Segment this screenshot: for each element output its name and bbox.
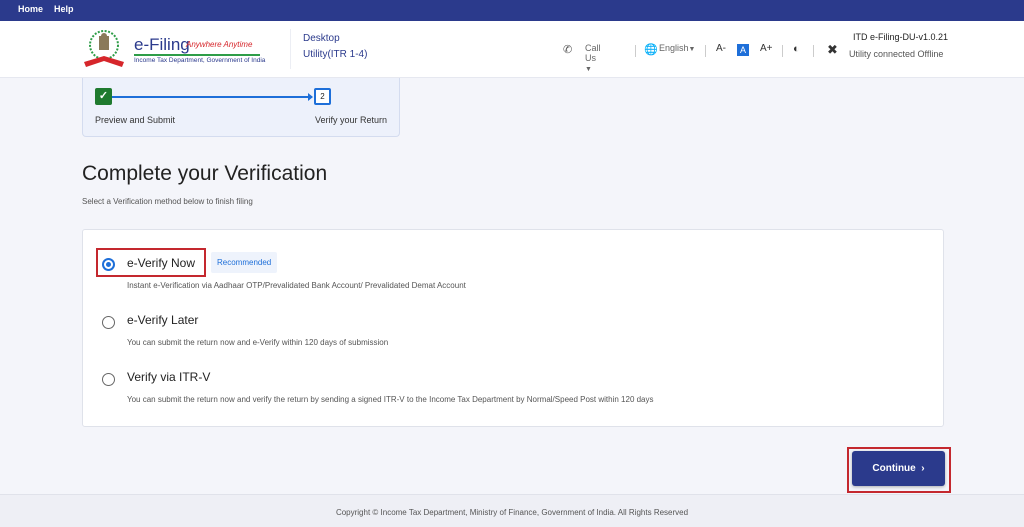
- progress-stepper: ✓ 2 Preview and Submit Verify your Retur…: [82, 78, 400, 137]
- radio-verify-itrv[interactable]: [102, 373, 115, 386]
- option-title: e-Verify Now: [127, 256, 196, 270]
- connection-status: Utility connected Offline: [849, 49, 944, 59]
- logo-title: e-Filing: [134, 35, 190, 54]
- step-current-number: 2: [314, 88, 331, 105]
- language-label: English: [659, 43, 689, 53]
- step-arrow-icon: [308, 93, 313, 101]
- nav-help-link[interactable]: Help: [54, 4, 74, 14]
- step-connector: [112, 96, 312, 98]
- nav-home-link[interactable]: Home: [18, 4, 43, 14]
- option-title: Verify via ITR-V: [127, 370, 211, 384]
- call-us-label: Call Us: [585, 43, 601, 63]
- font-normal-button[interactable]: A: [737, 44, 749, 56]
- continue-label: Continue: [872, 463, 916, 474]
- app-name: Desktop Utility(ITR 1-4): [303, 31, 367, 63]
- radio-everify-now[interactable]: [102, 258, 115, 271]
- option-title: e-Verify Later: [127, 313, 199, 327]
- phone-icon: ✆: [563, 44, 573, 56]
- version-label: ITD e-Filing-DU-v1.0.21: [853, 32, 949, 42]
- recommended-badge: Recommended: [211, 252, 278, 273]
- footer: Copyright © Income Tax Department, Minis…: [0, 494, 1024, 527]
- logo-tagline: Anywhere Anytime: [186, 40, 253, 49]
- logo-divider: [134, 54, 260, 56]
- tool-divider: [782, 45, 783, 57]
- emblem-icon: [84, 30, 124, 67]
- radio-everify-later[interactable]: [102, 316, 115, 329]
- option-description: You can submit the return now and verify…: [127, 395, 654, 404]
- step-label-preview: Preview and Submit: [95, 115, 176, 125]
- font-decrease-button[interactable]: A-: [716, 43, 726, 54]
- call-us-dropdown[interactable]: Call Us ▼: [585, 43, 601, 73]
- app-name-line2: Utility(ITR 1-4): [303, 49, 368, 60]
- chevron-right-icon: ›: [918, 463, 925, 474]
- efiling-logo[interactable]: e-Filing Anywhere Anytime Income Tax Dep…: [82, 28, 266, 70]
- tool-divider: [705, 45, 706, 57]
- header-divider: [290, 29, 291, 69]
- option-description: You can submit the return now and e-Veri…: [127, 338, 389, 347]
- contrast-toggle-icon[interactable]: ◐: [793, 43, 800, 55]
- tool-divider: [813, 45, 814, 57]
- offline-connection-icon: ✖: [827, 42, 838, 57]
- top-nav-bar: Home Help: [0, 0, 1024, 21]
- font-increase-button[interactable]: A+: [760, 43, 773, 54]
- page-title: Complete your Verification: [82, 162, 328, 185]
- continue-button[interactable]: Continue ›: [852, 451, 945, 486]
- copyright-text: Copyright © Income Tax Department, Minis…: [335, 508, 689, 517]
- logo-subtitle: Income Tax Department, Government of Ind…: [134, 57, 266, 64]
- step-completed-check-icon: ✓: [95, 88, 112, 105]
- app-name-line1: Desktop: [303, 33, 340, 44]
- option-description: Instant e-Verification via Aadhaar OTP/P…: [127, 281, 466, 290]
- header: e-Filing Anywhere Anytime Income Tax Dep…: [0, 21, 1024, 78]
- globe-icon: 🌐: [644, 44, 658, 56]
- caret-down-icon: ▼: [688, 46, 696, 53]
- verification-options-card: e-Verify Now Recommended Instant e-Verif…: [82, 229, 944, 427]
- page-subtitle: Select a Verification method below to fi…: [82, 197, 253, 206]
- tool-divider: [635, 45, 636, 57]
- caret-down-icon: ▼: [585, 66, 592, 73]
- language-dropdown[interactable]: English▼: [659, 43, 695, 53]
- step-label-verify: Verify your Return: [314, 115, 387, 125]
